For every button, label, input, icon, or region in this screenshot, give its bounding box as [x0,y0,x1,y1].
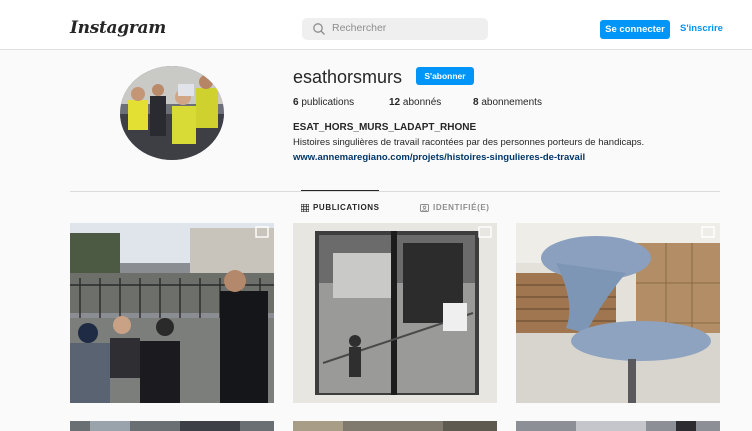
post-thumbnail[interactable] [516,421,720,431]
stat-following[interactable]: 8 abonnements [473,97,542,108]
search-icon [313,23,325,35]
instagram-logo[interactable]: Instagram [70,18,166,38]
profile-avatar[interactable] [120,66,224,160]
post-thumbnail[interactable] [293,223,497,403]
tabs-divider [70,191,720,192]
publications-label: publications [301,97,355,108]
stat-followers[interactable]: 12 abonnés [389,97,441,108]
profile-username: esathorsmurs [293,67,403,87]
profile-bio: Histoires singulières de travail raconté… [293,137,645,148]
followers-label: abonnés [402,97,442,108]
tab-publications-label: PUBLICATIONS [313,203,380,212]
followers-count: 12 [389,97,401,108]
login-button[interactable]: Se connecter [600,20,670,39]
search-placeholder: Rechercher [332,22,387,34]
publications-count: 6 [293,97,299,108]
stat-publications: 6 publications [293,97,354,108]
post-thumbnail[interactable] [70,223,274,403]
top-strip [0,0,752,9]
tab-tagged[interactable]: IDENTIFIÉ(E) [420,203,490,212]
active-tab-indicator [301,190,379,191]
tag-icon [420,203,429,212]
following-count: 8 [473,97,479,108]
search-input[interactable]: Rechercher [302,18,488,40]
profile-website-link[interactable]: www.annemaregiano.com/projets/histoires-… [293,152,585,163]
signup-link[interactable]: S'inscrire [680,23,723,34]
following-label: abonnements [481,97,542,108]
post-thumbnail[interactable] [293,421,497,431]
top-nav: Instagram Rechercher Se connecter S'insc… [0,9,752,50]
tab-publications[interactable]: PUBLICATIONS [301,203,380,212]
grid-icon [301,203,309,212]
follow-button[interactable]: S'abonner [416,67,474,85]
post-thumbnail[interactable] [70,421,274,431]
tab-tagged-label: IDENTIFIÉ(E) [433,203,490,212]
profile-full-name: ESAT_HORS_MURS_LADAPT_RHONE [293,122,477,133]
post-thumbnail[interactable] [516,223,720,403]
